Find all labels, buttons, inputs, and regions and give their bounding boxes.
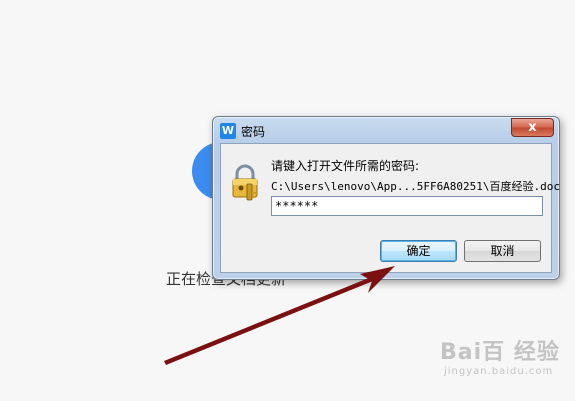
file-path: C:\Users\lenovo\App...5FF6A80251\百度经验.do…	[271, 180, 561, 193]
close-button[interactable]: x	[511, 118, 554, 137]
cancel-button[interactable]: 取消	[464, 240, 541, 262]
watermark-sub: jingyan.baidu.com	[444, 366, 554, 377]
baidu-watermark: Bai百 经验 jingyan.baidu.com	[440, 334, 568, 384]
dialog-titlebar[interactable]: W 密码 x	[213, 117, 559, 143]
password-input[interactable]	[271, 196, 543, 216]
dialog-title: 密码	[241, 125, 266, 139]
watermark-main: Bai百 经验	[440, 340, 560, 365]
password-dialog: W 密码 x 请键入打开文件所需的密码: C:\Users\lenovo\App…	[212, 116, 560, 280]
wps-writer-icon: W	[220, 123, 236, 139]
close-icon: x	[528, 120, 537, 135]
ok-button[interactable]: 确定	[380, 240, 457, 262]
password-prompt: 请键入打开文件所需的密码:	[271, 159, 420, 173]
padlock-key-icon	[232, 164, 258, 201]
dialog-body: 请键入打开文件所需的密码: C:\Users\lenovo\App...5FF6…	[220, 143, 560, 273]
